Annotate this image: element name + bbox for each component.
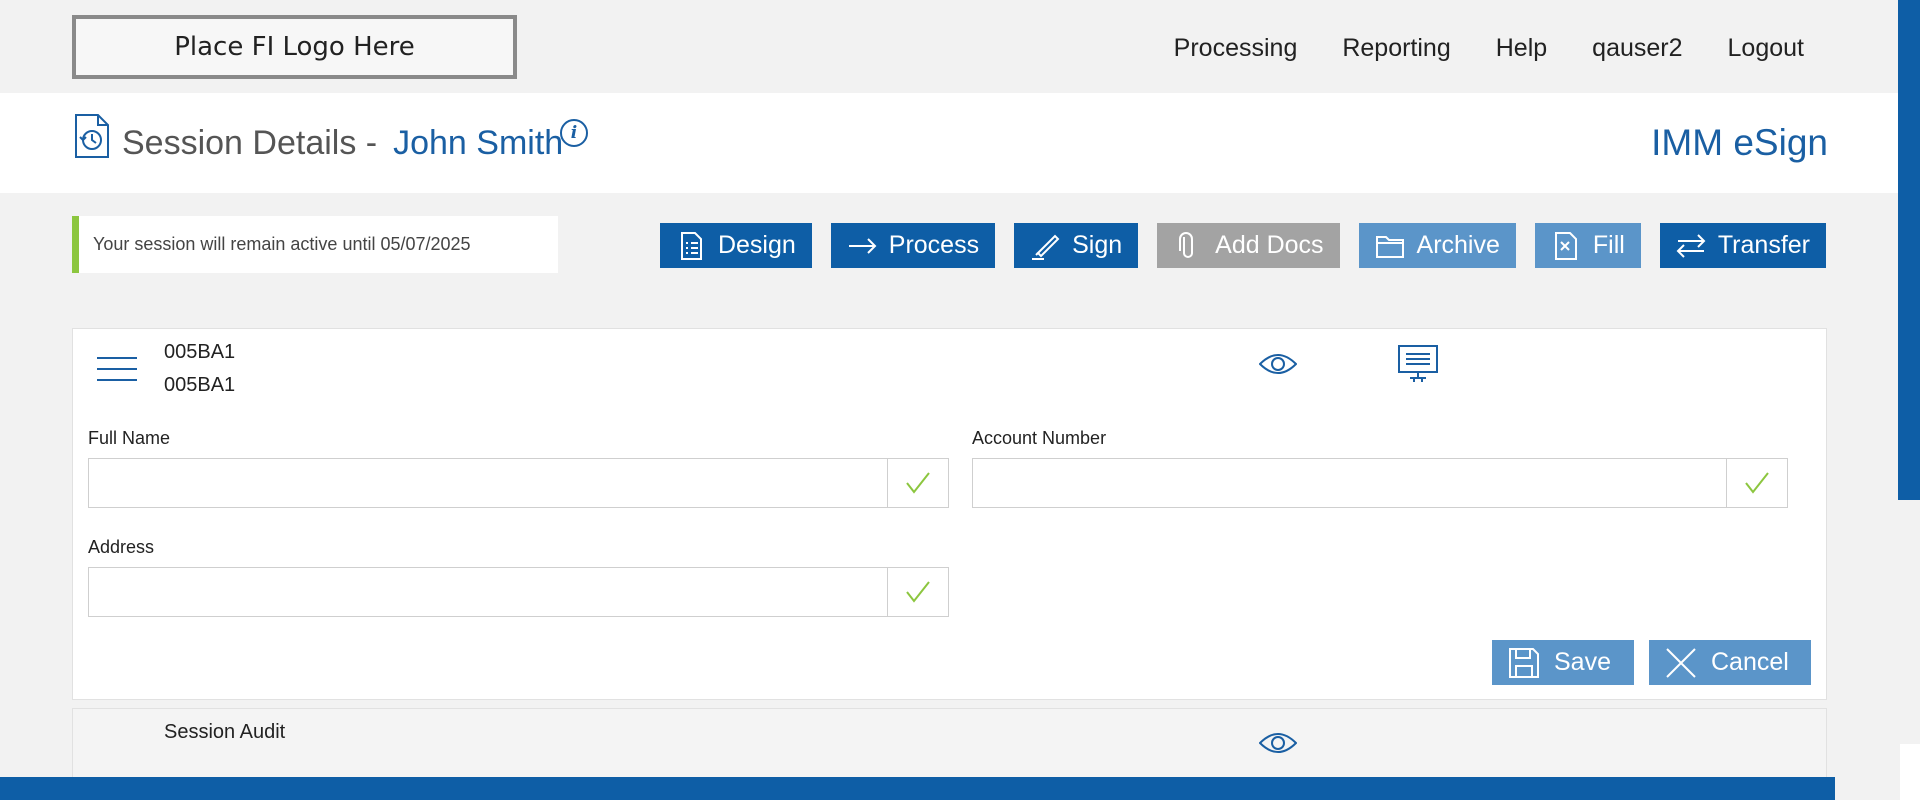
cancel-button-label: Cancel [1711, 648, 1789, 676]
session-notice-text: Your session will remain active until 05… [93, 234, 471, 254]
save-button[interactable]: Save [1492, 640, 1634, 685]
pen-icon [1032, 234, 1060, 260]
add-docs-button-label: Add Docs [1215, 231, 1324, 259]
document-code-1: 005BA1 [164, 341, 236, 363]
archive-button[interactable]: Archive [1358, 223, 1516, 268]
address-field [88, 567, 949, 617]
audit-eye-icon[interactable] [1258, 731, 1298, 760]
nav-logout[interactable]: Logout [1728, 34, 1804, 63]
nav-user[interactable]: qauser2 [1592, 34, 1682, 63]
process-button-label: Process [888, 231, 980, 259]
document-code-2: 005BA1 [164, 374, 236, 396]
document-x-icon [1554, 231, 1577, 260]
main-nav: Processing Reporting Help qauser2 Logout [1174, 34, 1804, 63]
full-name-label: Full Name [88, 428, 171, 448]
scrollbar-corner [1900, 744, 1920, 800]
check-icon [887, 568, 948, 616]
brand-name: IMM eSign [1651, 122, 1828, 163]
customer-name: John Smith [393, 124, 564, 162]
fill-button[interactable]: Fill [1534, 223, 1641, 268]
nav-reporting[interactable]: Reporting [1342, 34, 1450, 63]
folder-icon [1375, 235, 1404, 258]
arrow-right-icon [848, 237, 877, 254]
footer-bar [0, 777, 1835, 800]
account-number-label: Account Number [972, 428, 1107, 448]
sign-button[interactable]: Sign [1014, 223, 1139, 268]
info-icon[interactable]: i [560, 119, 588, 147]
action-toolbar: Design Process Sign Add Docs Archive Fil… [659, 223, 1826, 268]
sign-button-label: Sign [1072, 231, 1123, 259]
cancel-button[interactable]: Cancel [1649, 640, 1811, 685]
check-icon [1726, 459, 1787, 507]
transfer-button-label: Transfer [1717, 231, 1810, 259]
eye-icon[interactable] [1258, 352, 1298, 381]
close-icon [1666, 647, 1696, 678]
checklist-icon [680, 231, 702, 260]
add-docs-button[interactable]: Add Docs [1157, 223, 1340, 268]
page-title: Session Details - John Smith [122, 124, 563, 163]
account-number-field [972, 458, 1788, 508]
logo-placeholder: Place FI Logo Here [72, 15, 517, 79]
nav-help[interactable]: Help [1496, 34, 1547, 63]
paperclip-icon [1179, 231, 1194, 258]
account-number-input[interactable] [973, 459, 1726, 507]
address-input[interactable] [89, 568, 887, 616]
presentation-icon[interactable] [1398, 345, 1438, 388]
check-icon [887, 459, 948, 507]
save-button-label: Save [1554, 648, 1611, 676]
scrollbar[interactable] [1898, 0, 1920, 500]
history-document-icon [74, 113, 110, 164]
transfer-button[interactable]: Transfer [1659, 223, 1826, 268]
fill-button-label: Fill [1592, 231, 1625, 259]
full-name-input[interactable] [89, 459, 887, 507]
archive-button-label: Archive [1416, 231, 1500, 259]
process-button[interactable]: Process [830, 223, 996, 268]
design-button-label: Design [717, 231, 796, 259]
session-notice: Your session will remain active until 05… [72, 216, 558, 273]
hamburger-menu-icon[interactable] [97, 355, 137, 388]
floppy-disk-icon [1509, 647, 1539, 678]
nav-processing[interactable]: Processing [1174, 34, 1298, 63]
page-title-prefix: Session Details - [122, 124, 378, 162]
full-name-field [88, 458, 949, 508]
design-button[interactable]: Design [659, 223, 812, 268]
address-label: Address [88, 537, 155, 557]
session-audit-title: Session Audit [164, 721, 286, 743]
transfer-icon [1676, 233, 1706, 258]
